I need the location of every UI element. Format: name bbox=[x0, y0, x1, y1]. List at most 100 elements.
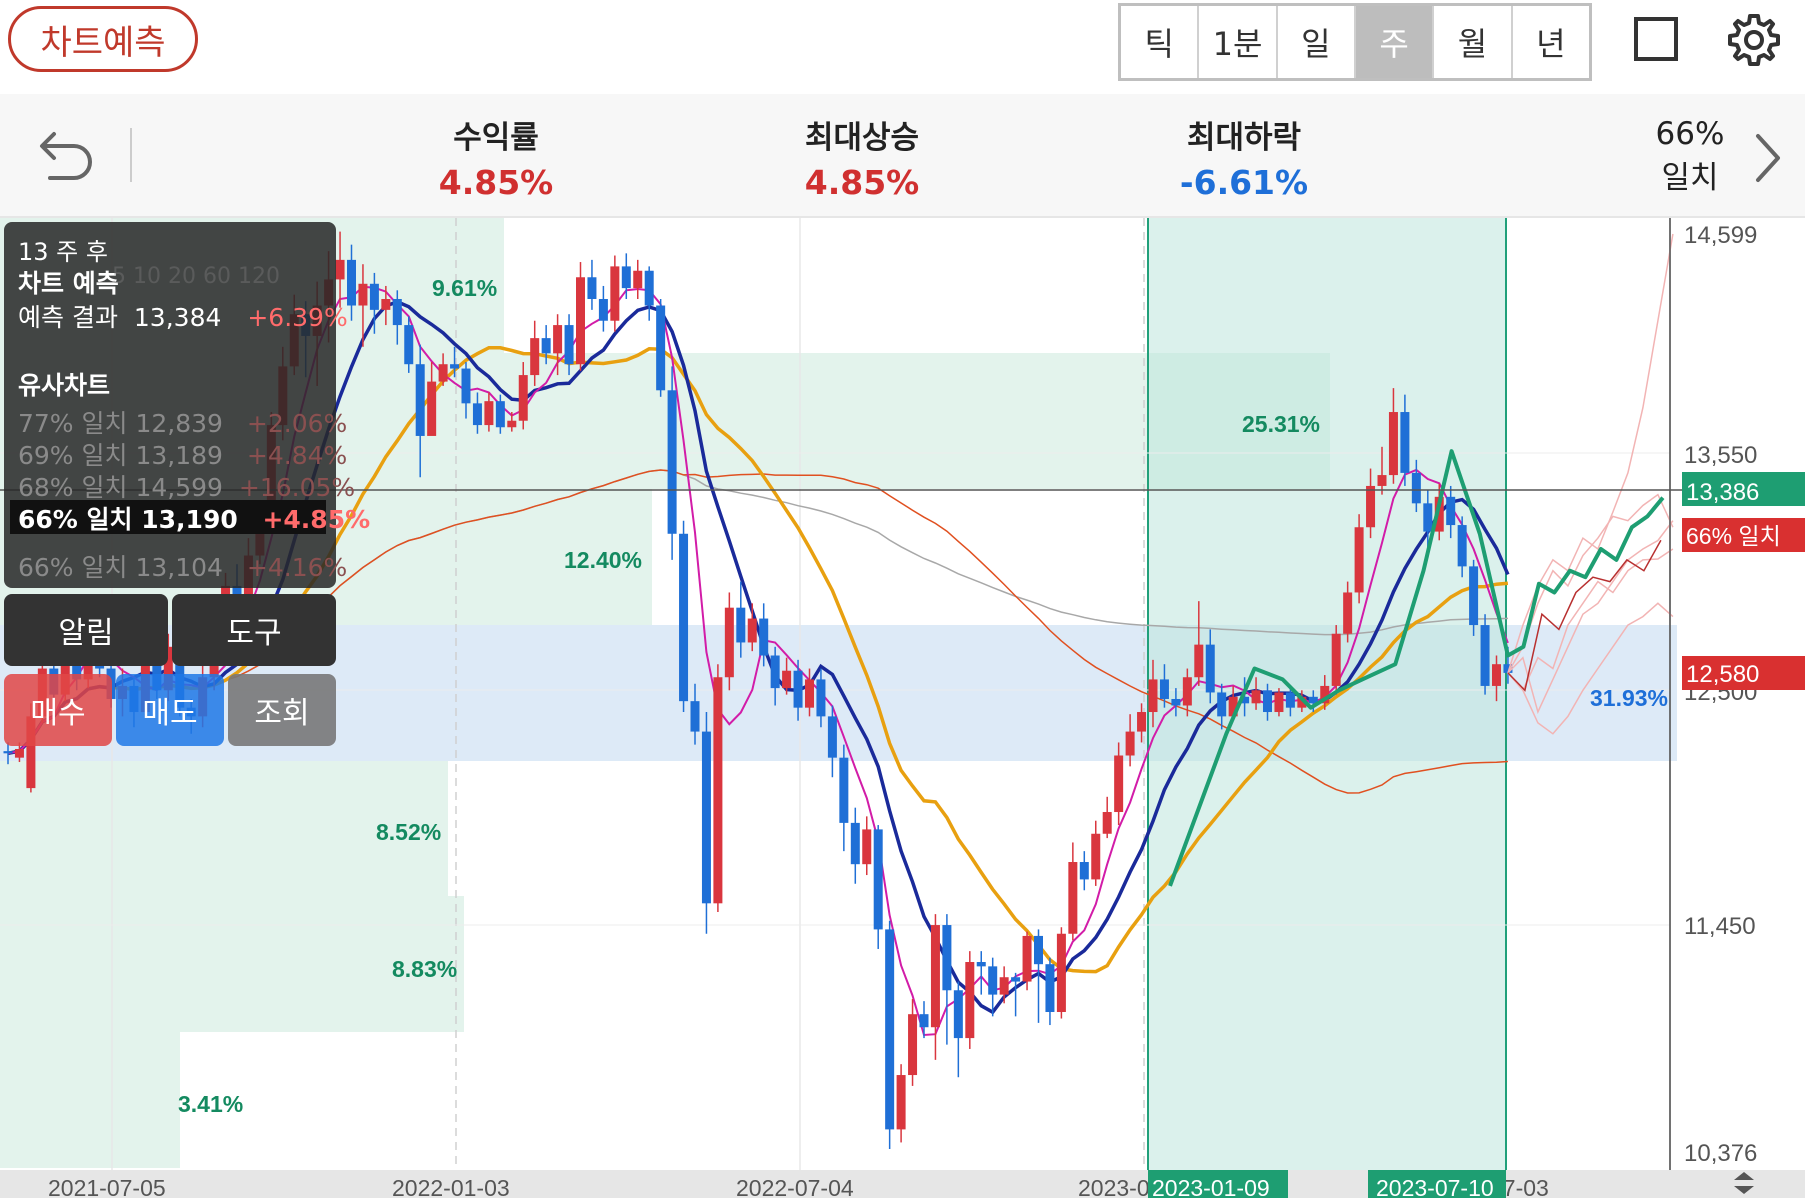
stat-max-rise-value: 4.85% bbox=[804, 163, 920, 202]
chart-predict-button[interactable]: 차트예측 bbox=[8, 6, 198, 72]
stat-max-rise: 최대상승 4.85% bbox=[742, 112, 982, 202]
candle bbox=[701, 712, 711, 934]
period-year[interactable]: 년 bbox=[1513, 6, 1589, 78]
range-box-6 bbox=[0, 1032, 180, 1168]
period-selector: 틱 1분 일 주 월 년 bbox=[1118, 3, 1592, 81]
candle bbox=[885, 920, 895, 1149]
candle bbox=[713, 664, 723, 913]
candle bbox=[1056, 927, 1066, 1019]
ma-legend: 5 10 20 60 120 bbox=[112, 264, 280, 289]
candle bbox=[896, 1064, 906, 1143]
candle bbox=[587, 259, 597, 310]
svg-text:66% 일치: 66% 일치 bbox=[1686, 523, 1781, 549]
candle bbox=[598, 285, 608, 332]
similar-row[interactable]: 77% 일치 12,839 +2.06% bbox=[18, 404, 347, 440]
last-price-tag: 12,580 bbox=[1682, 656, 1805, 690]
period-month[interactable]: 월 bbox=[1434, 6, 1513, 78]
range-label-6: 3.41% bbox=[178, 1091, 243, 1117]
stat-max-drop-value: -6.61% bbox=[1179, 163, 1309, 202]
price-tick-3: 11,450 bbox=[1684, 913, 1756, 940]
query-button[interactable]: 조회 bbox=[228, 674, 336, 746]
range-label-3: 25.31% bbox=[1242, 411, 1320, 437]
candle bbox=[873, 825, 883, 949]
period-tick[interactable]: 틱 bbox=[1121, 6, 1200, 78]
candle bbox=[576, 262, 585, 371]
range-start-tag: 2023-01-09 bbox=[1148, 1170, 1288, 1198]
price-tick-1: 14,599 bbox=[1684, 222, 1757, 249]
range-label-7: 31.93% bbox=[1590, 685, 1668, 711]
candle bbox=[965, 951, 975, 1049]
match-percent: 66% bbox=[1655, 116, 1725, 152]
candle bbox=[850, 807, 860, 884]
prediction-panel: 13 주 후 차트 예측 예측 결과 13,384 +6.39% 유사차트 77… bbox=[4, 222, 370, 588]
gear-icon[interactable] bbox=[1726, 12, 1782, 68]
candle bbox=[724, 592, 734, 691]
range-label-1: 9.61% bbox=[432, 275, 497, 301]
stats-divider bbox=[130, 128, 132, 182]
candle bbox=[1079, 851, 1089, 891]
period-1min[interactable]: 1분 bbox=[1199, 6, 1278, 78]
range-label-4: 8.52% bbox=[376, 819, 441, 845]
fullscreen-square-icon[interactable] bbox=[1634, 17, 1678, 61]
predict-result-change: +6.39% bbox=[247, 303, 348, 332]
candle bbox=[610, 255, 620, 332]
candle bbox=[1022, 931, 1032, 991]
date-tick-1: 2021-07-05 bbox=[48, 1175, 166, 1198]
svg-text:2023-07-10: 2023-07-10 bbox=[1376, 1175, 1494, 1198]
alert-button[interactable]: 알림 bbox=[4, 594, 168, 666]
range-label-5: 8.83% bbox=[392, 956, 457, 982]
predict-result-value: 13,384 bbox=[133, 303, 222, 332]
candle bbox=[667, 366, 677, 560]
candle bbox=[1011, 972, 1021, 1017]
sell-button[interactable]: 매도 bbox=[116, 674, 224, 746]
candle bbox=[930, 914, 940, 1060]
stat-return: 수익률 4.85% bbox=[376, 112, 616, 202]
period-day[interactable]: 일 bbox=[1278, 6, 1356, 78]
match-label: 일치 bbox=[1661, 160, 1719, 196]
candle bbox=[1331, 625, 1341, 695]
candle bbox=[862, 816, 872, 876]
range-label-2: 12.40% bbox=[564, 547, 642, 573]
candle bbox=[908, 998, 918, 1086]
similar-row-selected[interactable]: 66% 일치 13,190 +4.85% bbox=[10, 500, 370, 534]
candle bbox=[942, 914, 952, 1045]
predict-result-row: 예측 결과 13,384 +6.39% bbox=[18, 298, 348, 334]
candle bbox=[953, 981, 963, 1078]
tools-button[interactable]: 도구 bbox=[172, 594, 336, 666]
buy-button[interactable]: 매수 bbox=[4, 674, 112, 746]
candle bbox=[656, 298, 666, 397]
svg-text:2023-01-09: 2023-01-09 bbox=[1152, 1175, 1270, 1198]
candle bbox=[1091, 820, 1101, 886]
candle bbox=[976, 951, 986, 995]
candle bbox=[919, 1001, 929, 1039]
candle bbox=[1354, 514, 1364, 604]
svg-text:12,580: 12,580 bbox=[1686, 661, 1759, 688]
match-price-tag: 66% 일치 bbox=[1682, 518, 1805, 552]
candle bbox=[1045, 957, 1055, 1026]
candle bbox=[621, 253, 631, 299]
stat-return-label: 수익률 bbox=[453, 120, 539, 156]
candle bbox=[1480, 614, 1490, 695]
similar-row[interactable]: 68% 일치 14,599 +16.05% bbox=[18, 468, 355, 504]
date-tick-3: 2022-07-04 bbox=[736, 1175, 854, 1198]
range-end-tag: 2023-07-10 bbox=[1368, 1170, 1506, 1198]
stat-max-drop: 최대하락 -6.61% bbox=[1124, 112, 1364, 202]
svg-text:13,386: 13,386 bbox=[1686, 479, 1759, 506]
date-tick-2: 2022-01-03 bbox=[392, 1175, 510, 1198]
similar-row[interactable]: 66% 일치 13,104 +4.16% bbox=[18, 548, 347, 584]
similar-row[interactable]: 69% 일치 13,189 +4.84% bbox=[18, 436, 347, 472]
candle bbox=[1102, 796, 1112, 839]
price-tick-4: 10,376 bbox=[1684, 1140, 1757, 1167]
similar-title: 유사차트 bbox=[18, 371, 111, 400]
undo-icon[interactable] bbox=[36, 124, 96, 184]
price-tick-2: 13,550 bbox=[1684, 442, 1757, 469]
current-price-tag: 13,386 bbox=[1682, 472, 1805, 506]
candle bbox=[644, 266, 654, 321]
weeks-after-label: 13 주 후 bbox=[18, 238, 108, 266]
candle bbox=[633, 259, 643, 299]
candle bbox=[1469, 559, 1479, 636]
predict-title: 차트 예측 bbox=[18, 269, 119, 298]
period-week[interactable]: 주 bbox=[1355, 6, 1435, 78]
stat-return-value: 4.85% bbox=[438, 163, 554, 202]
chevron-right-icon[interactable] bbox=[1748, 128, 1788, 188]
